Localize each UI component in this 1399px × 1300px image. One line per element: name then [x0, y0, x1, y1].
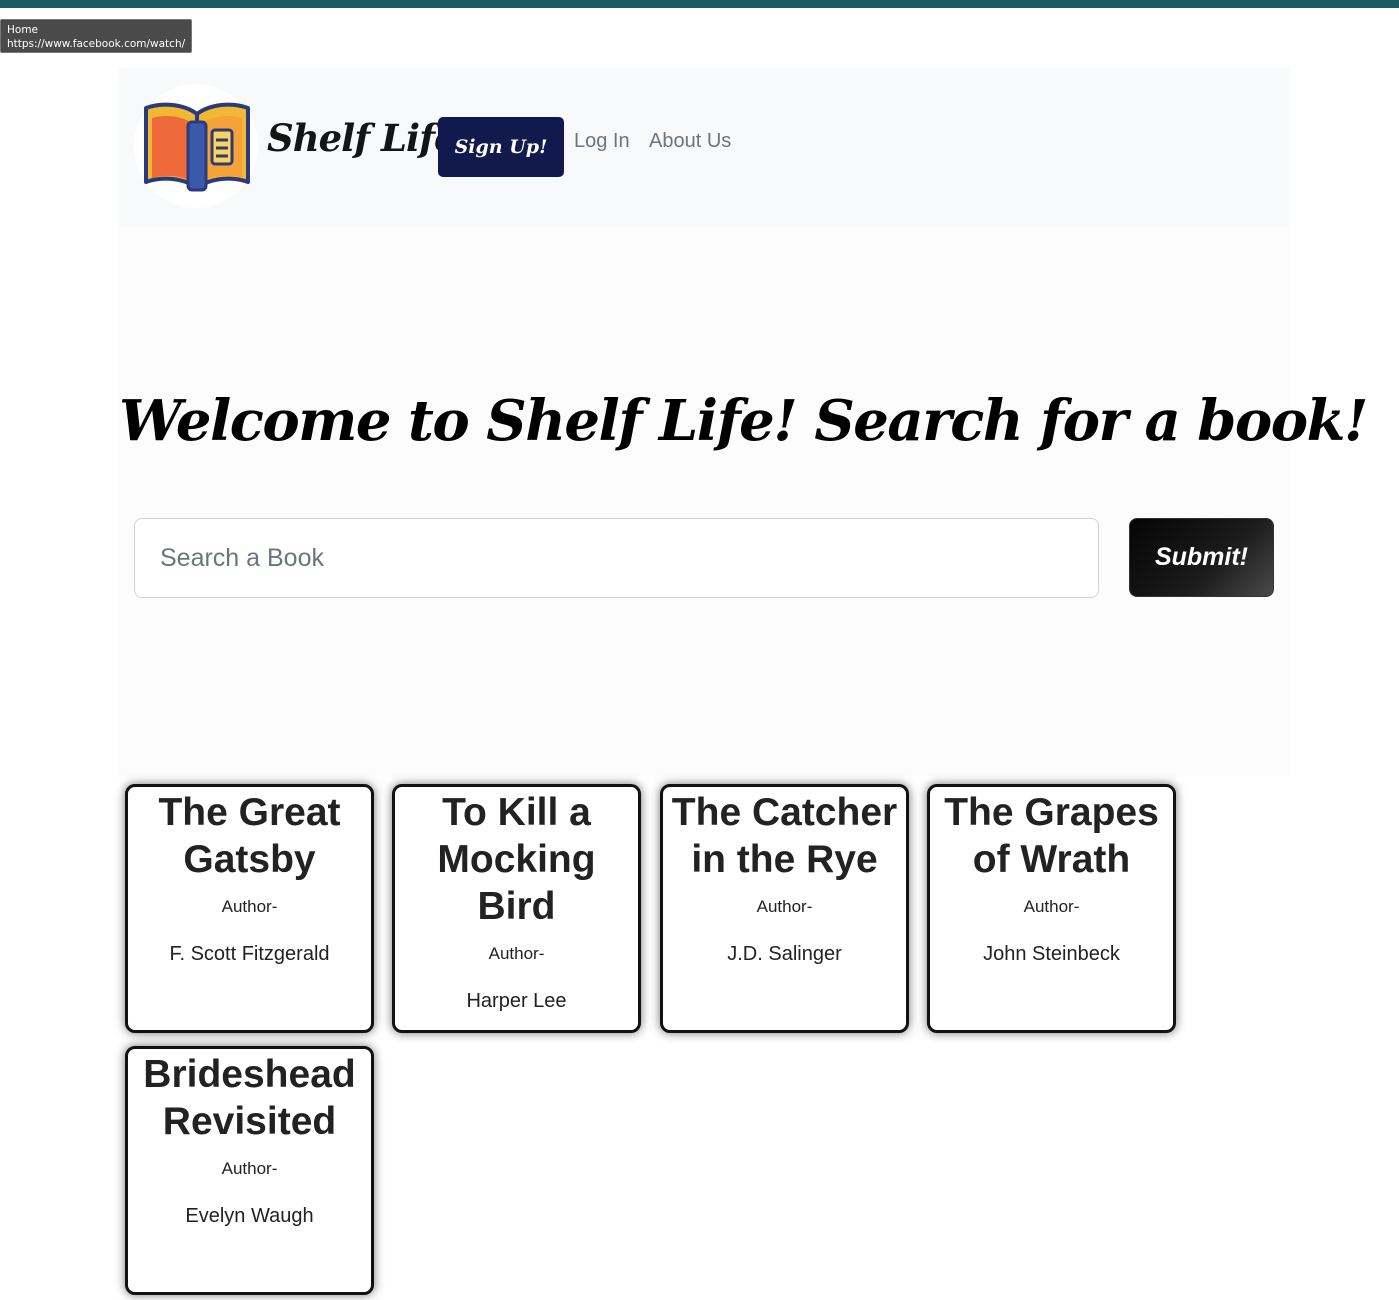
book-card[interactable]: Brideshead Revisited Author- Evelyn Waug…	[125, 1046, 374, 1295]
hero-section: Welcome to Shelf Life! Search for a book…	[119, 226, 1369, 776]
tooltip-url: https://www.facebook.com/watch/	[7, 38, 186, 50]
logo[interactable]	[134, 84, 258, 208]
book-card[interactable]: The Catcher in the Rye Author- J.D. Sali…	[660, 784, 909, 1033]
open-book-icon	[144, 102, 250, 192]
book-author: F. Scott Fitzgerald	[169, 943, 330, 965]
book-title: To Kill a Mocking Bird	[437, 791, 596, 928]
book-card[interactable]: The Great Gatsby Author- F. Scott Fitzge…	[125, 784, 374, 1033]
book-card[interactable]: The Grapes of Wrath Author- John Steinbe…	[927, 784, 1176, 1033]
book-author: Evelyn Waugh	[185, 1205, 314, 1227]
navbar: Shelf Life Sign Up! Log In About Us	[119, 68, 1289, 226]
book-author: Harper Lee	[466, 990, 567, 1012]
book-card[interactable]: To Kill a Mocking Bird Author- Harper Le…	[392, 784, 641, 1033]
author-label: Author-	[488, 944, 545, 963]
submit-button[interactable]: Submit!	[1129, 518, 1274, 597]
search-input[interactable]	[134, 518, 1099, 598]
book-author: John Steinbeck	[983, 943, 1120, 965]
login-link[interactable]: Log In	[574, 130, 630, 153]
book-title: The Great Gatsby	[158, 791, 341, 881]
brand-name[interactable]: Shelf Life	[267, 116, 458, 160]
book-title: Brideshead Revisited	[143, 1053, 356, 1143]
about-link[interactable]: About Us	[649, 130, 731, 153]
author-label: Author-	[1023, 897, 1080, 916]
book-title: The Catcher in the Rye	[671, 791, 898, 881]
signup-button[interactable]: Sign Up!	[438, 117, 564, 177]
tooltip-title: Home	[7, 24, 39, 36]
hero-title: Welcome to Shelf Life! Search for a book…	[119, 388, 1369, 454]
author-label: Author-	[221, 897, 278, 916]
book-title: The Grapes of Wrath	[944, 791, 1159, 881]
author-label: Author-	[221, 1159, 278, 1178]
author-label: Author-	[756, 897, 813, 916]
book-author: J.D. Salinger	[727, 943, 842, 965]
browser-top-strip	[0, 0, 1399, 8]
link-tooltip: Home https://www.facebook.com/watch/	[0, 19, 192, 53]
